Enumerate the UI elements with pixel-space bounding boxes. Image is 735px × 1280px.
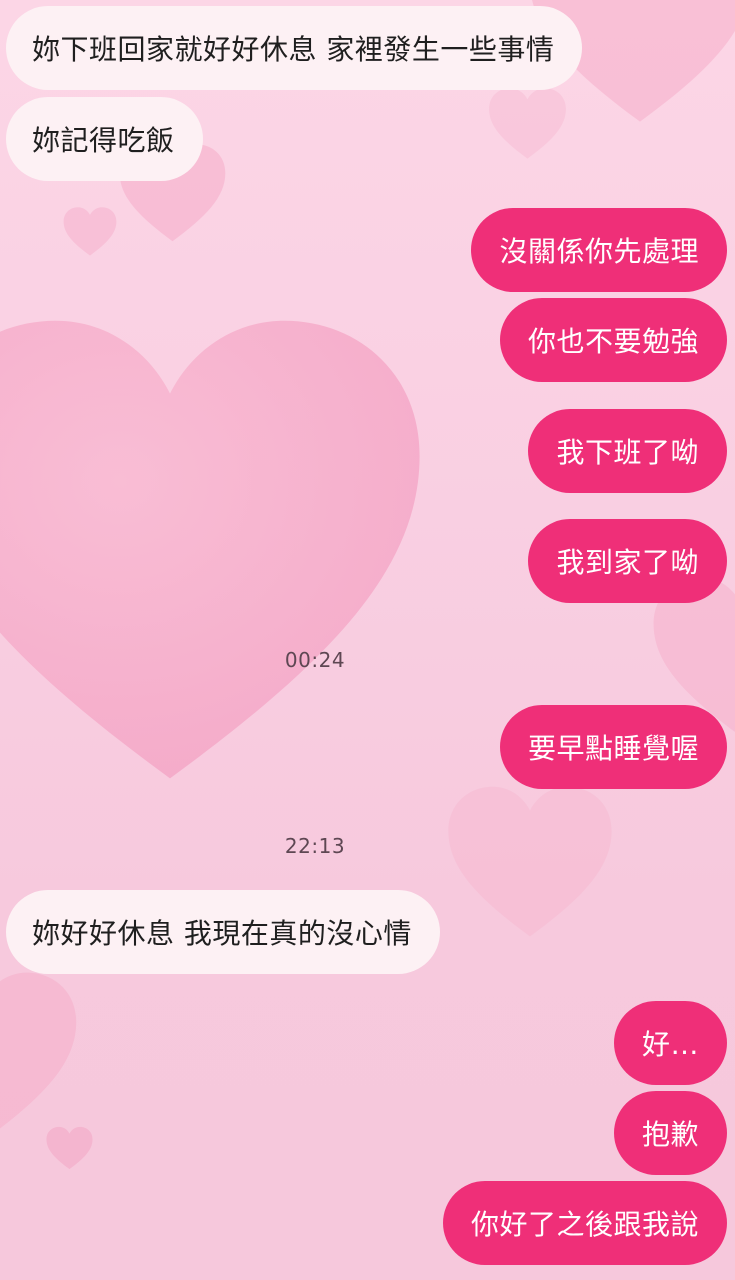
outgoing-message[interactable]: 要早點睡覺喔 (499, 705, 727, 789)
incoming-message[interactable]: 妳下班回家就好好休息 家裡發生一些事情 (6, 6, 583, 90)
outgoing-message[interactable]: 你好了之後跟我說 (442, 1181, 727, 1265)
outgoing-message[interactable]: 沒關係你先處理 (471, 208, 727, 292)
outgoing-message[interactable]: 抱歉 (613, 1091, 727, 1175)
incoming-message[interactable]: 妳好好休息 我現在真的沒心情 (6, 890, 440, 974)
outgoing-message[interactable]: 好… (613, 1001, 727, 1085)
message-list[interactable]: 妳下班回家就好好休息 家裡發生一些事情 妳記得吃飯 沒關係你先處理 你也不要勉強… (0, 0, 735, 1280)
outgoing-message[interactable]: 我下班了呦 (528, 409, 727, 493)
outgoing-message[interactable]: 我到家了呦 (528, 519, 727, 603)
timestamp: 22:13 (284, 834, 346, 858)
timestamp: 00:24 (284, 648, 346, 672)
outgoing-message[interactable]: 你也不要勉強 (499, 298, 727, 382)
incoming-message[interactable]: 妳記得吃飯 (6, 97, 203, 181)
